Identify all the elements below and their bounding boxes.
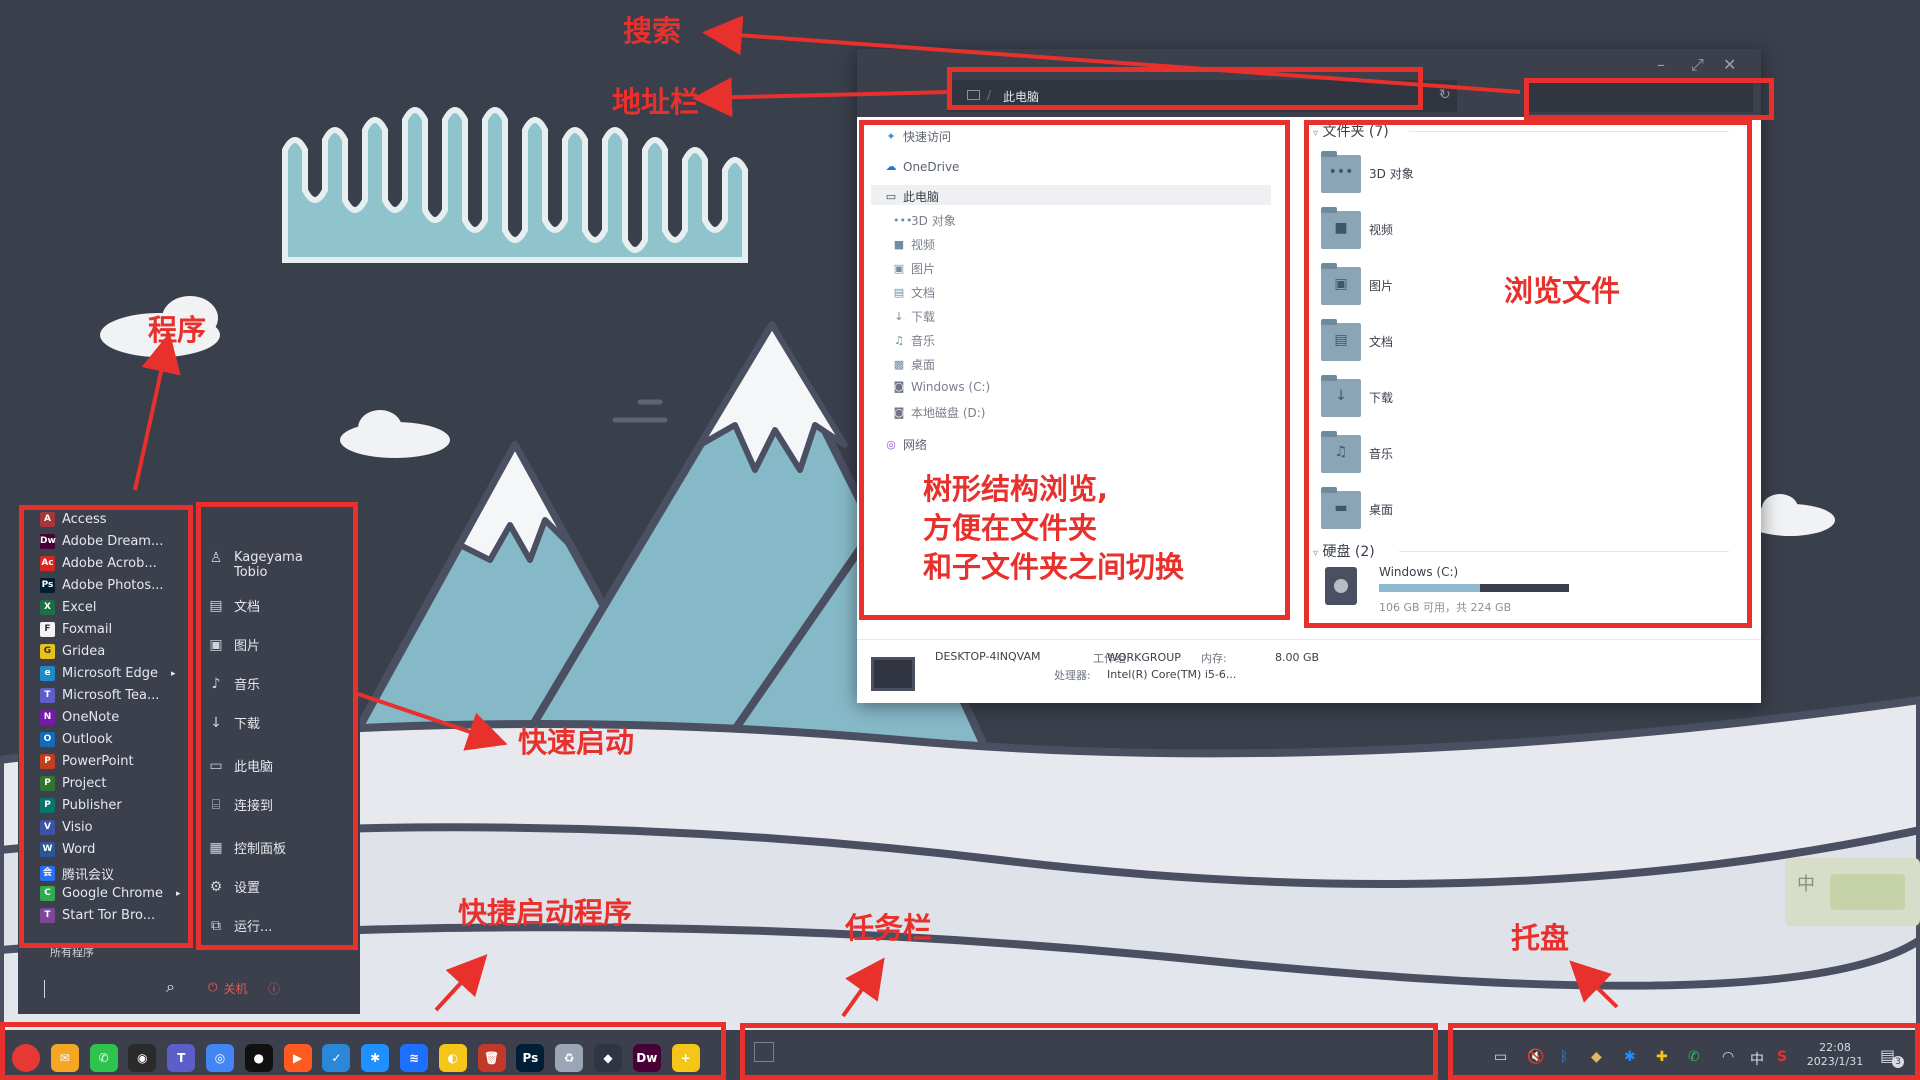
annotation-box-content [1304,120,1752,628]
workgroup-value: WORKGROUP [1107,651,1181,664]
details-pane: DESKTOP-4INQVAM 工作组: WORKGROUP 内存: 8.00 … [857,639,1761,703]
widget-art-icon [1830,874,1905,910]
monitor-icon [871,657,915,691]
annotation-box-pinned [0,1022,726,1080]
widget-ime-label: 中 [1797,874,1815,895]
annotation-tree-line2: 方便在文件夹 [923,511,1098,545]
annotation-box-search [1524,78,1774,120]
annotation-tray: 托盘 [1511,921,1570,955]
annotation-tree-line1: 树形结构浏览, [923,472,1109,506]
minimize-button[interactable]: – [1657,55,1665,74]
annotation-tree-line3: 和子文件夹之间切换 [923,550,1185,584]
annotation-box-addressbar [947,67,1423,110]
annotation-quick-launch: 快速启动 [518,725,635,759]
annotation-browse-files: 浏览文件 [1504,274,1621,308]
annotation-programs: 程序 [148,313,207,347]
power-icon: ⏻ [208,980,218,994]
desktop-widget[interactable]: 中 [1785,858,1920,926]
cpu-value: Intel(R) Core(TM) i5-6... [1107,668,1237,681]
shutdown-options-icon[interactable]: ⓘ [268,980,280,997]
close-button[interactable]: ✕ [1723,55,1736,74]
annotation-box-quicklaunch [196,502,358,950]
annotation-box-programs [19,505,193,948]
memory-value: 8.00 GB [1275,651,1320,664]
cpu-label: 处理器: [1054,669,1091,682]
annotation-taskbar: 任务栏 [845,911,933,945]
annotation-shortcut-programs: 快捷启动程序 [458,896,633,930]
computer-name: DESKTOP-4INQVAM [935,650,1041,663]
search-icon[interactable]: ⌕ [166,977,175,997]
memory-label: 内存: [1201,652,1227,665]
maximize-button[interactable]: ⤢ [1691,55,1704,75]
refresh-icon[interactable]: ↻ [1439,87,1451,103]
annotation-box-tray [1448,1023,1920,1080]
annotation-addressbar: 地址栏 [612,85,700,119]
shutdown-button[interactable]: ⏻ 关机 [208,980,248,997]
annotation-search: 搜索 [623,14,682,48]
start-search-input[interactable] [44,980,45,998]
annotation-box-taskbar [740,1023,1438,1080]
